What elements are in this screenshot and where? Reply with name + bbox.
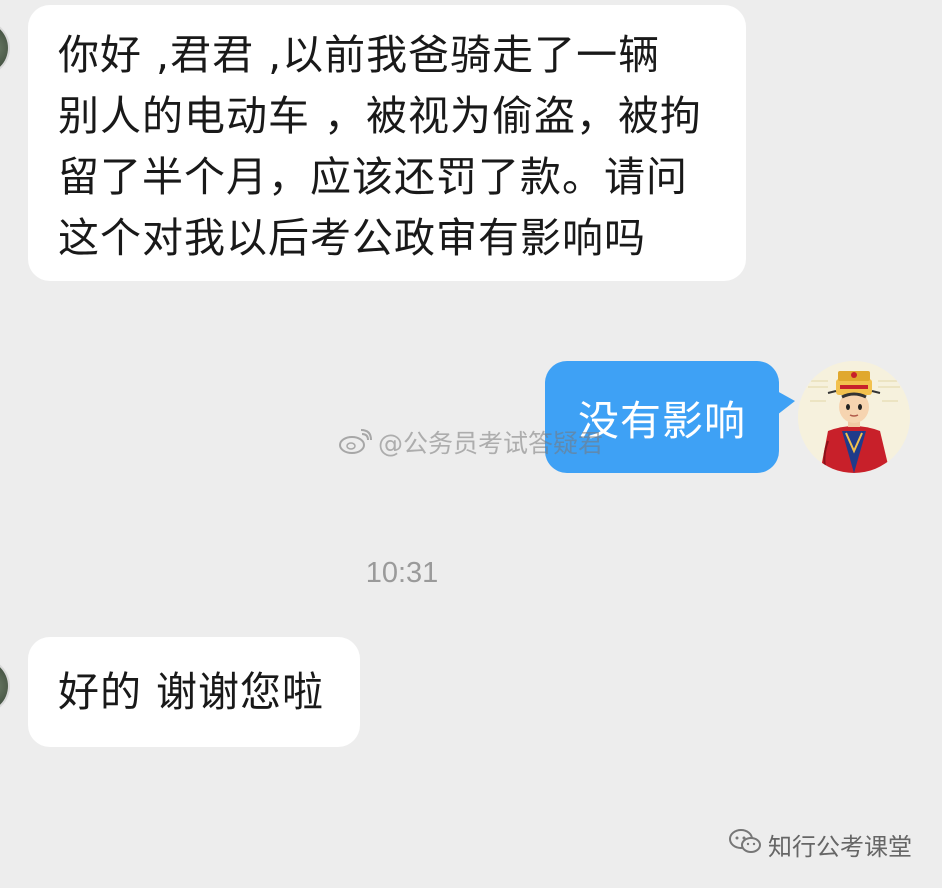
incoming-message-text: 好的 谢谢您啦	[58, 668, 325, 716]
weibo-watermark: @公务员考试答疑君	[338, 424, 603, 460]
contact-avatar[interactable]	[0, 660, 8, 712]
wechat-watermark: 知行公考课堂	[728, 827, 912, 862]
incoming-message-text: 你好 ,君君 ,以前我爸骑走了一辆 别人的电动车 ，被视为偷盗，被拘 留了半个月…	[58, 31, 703, 262]
wechat-icon	[728, 828, 762, 862]
official-cartoon-avatar-icon	[798, 361, 910, 473]
user-avatar[interactable]	[798, 361, 910, 473]
weibo-icon	[338, 428, 372, 456]
outgoing-message-text: 没有影响	[578, 397, 746, 445]
contact-avatar[interactable]	[0, 22, 8, 74]
bubble-tail	[777, 391, 795, 415]
footer-watermark-text: 知行公考课堂	[768, 833, 912, 861]
watermark-text: @公务员考试答疑君	[378, 429, 604, 458]
message-timestamp: 10:31	[365, 557, 439, 589]
incoming-message-bubble[interactable]: 好的 谢谢您啦	[28, 637, 360, 747]
chat-window: 你好 ,君君 ,以前我爸骑走了一辆 别人的电动车 ，被视为偷盗，被拘 留了半个月…	[0, 0, 942, 888]
incoming-message-bubble[interactable]: 你好 ,君君 ,以前我爸骑走了一辆 别人的电动车 ，被视为偷盗，被拘 留了半个月…	[28, 5, 746, 281]
